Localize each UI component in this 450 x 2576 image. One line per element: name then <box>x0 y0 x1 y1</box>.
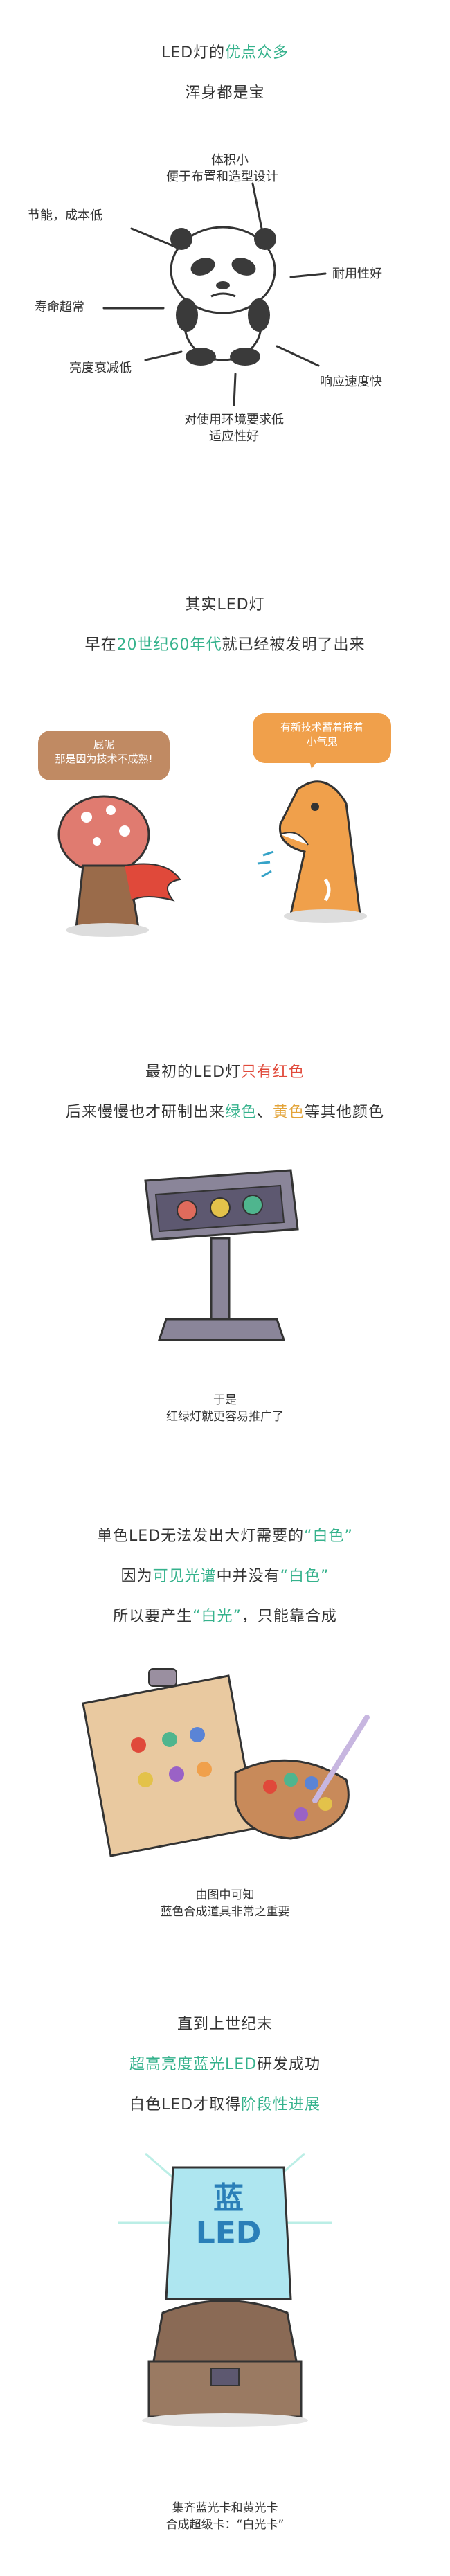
article-page: LED灯的优点众多 浑身都是宝 体积小 便于布置和造型设计 节能，成本低 耐用性… <box>0 0 450 2576</box>
section5-line2: 超高亮度蓝光LED研发成功 <box>129 2056 321 2073</box>
section4-line2: 因为可见光谱中并没有“白色” <box>120 1568 330 1585</box>
section4-line3: 所以要产生“白光”，只能靠合成 <box>113 1608 337 1625</box>
label-long-life: 寿命超常 <box>35 300 84 314</box>
section5-caption: 集齐蓝光卡和黄光卡 合成超级卡：“白光卡” <box>165 2501 285 2532</box>
section3-caption: 于是 红绿灯就更容易推广了 <box>166 1393 284 1424</box>
label-durable: 耐用性好 <box>332 267 382 281</box>
label-energy-saving: 节能，成本低 <box>28 208 102 223</box>
label-fast-response: 响应速度快 <box>320 375 382 389</box>
section4-caption: 由图中可知 蓝色合成道具非常之重要 <box>160 1888 290 1919</box>
section3-line1: 最初的LED灯只有红色 <box>145 1064 305 1081</box>
section4-line1: 单色LED无法发出大灯需要的“白色” <box>97 1528 353 1545</box>
section2-title: 其实LED灯 <box>185 596 265 614</box>
section5-line3: 白色LED才取得阶段性进展 <box>129 2096 321 2113</box>
label-environment: 对使用环境要求低 适应性好 <box>184 413 284 444</box>
yellow-highlight: 黄色 <box>273 1104 305 1121</box>
label-low-decay: 亮度衰减低 <box>69 361 132 375</box>
section2-line: 早在20世纪60年代就已经被发明了出来 <box>84 636 366 654</box>
section3-line2: 后来慢慢也才研制出来绿色、黄色等其他颜色 <box>65 1104 385 1121</box>
label-small-size: 体积小 <box>211 153 249 168</box>
red-only-highlight: 只有红色 <box>241 1064 305 1081</box>
traffic-light-illustration <box>144 1169 299 1341</box>
color-palette-illustration <box>82 1668 370 1857</box>
characters-illustration <box>57 756 367 937</box>
green-highlight: 绿色 <box>224 1104 257 1121</box>
year-highlight: 20世纪60年代 <box>116 636 222 654</box>
card-text: 蓝 LED <box>195 2181 262 2251</box>
section5-line1: 直到上世纪末 <box>177 2016 273 2033</box>
label-easy-layout: 便于布置和造型设计 <box>166 170 278 184</box>
